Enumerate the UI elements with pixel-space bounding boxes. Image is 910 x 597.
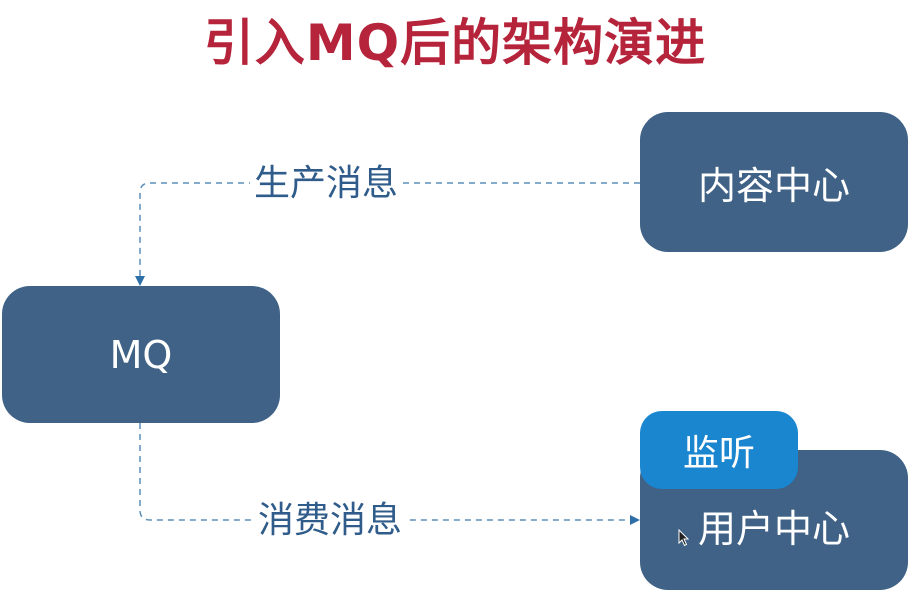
diagram-canvas: 引入MQ后的架构演进 生产消息 消费消息 内容中心 MQ 用户中心 监听 — [0, 0, 910, 597]
mq-label: MQ — [109, 332, 173, 377]
mq-node: MQ — [2, 286, 280, 423]
content-center-label: 内容中心 — [697, 163, 850, 208]
consume-message-label: 消费消息 — [254, 497, 407, 545]
content-center-node: 内容中心 — [640, 112, 908, 252]
diagram-title: 引入MQ后的架构演进 — [203, 14, 707, 72]
produce-message-label: 生产消息 — [250, 160, 403, 208]
mouse-pointer-icon — [678, 529, 690, 547]
user-center-label: 用户中心 — [697, 506, 850, 551]
listen-badge-label: 监听 — [682, 433, 755, 474]
listen-badge: 监听 — [640, 411, 798, 489]
